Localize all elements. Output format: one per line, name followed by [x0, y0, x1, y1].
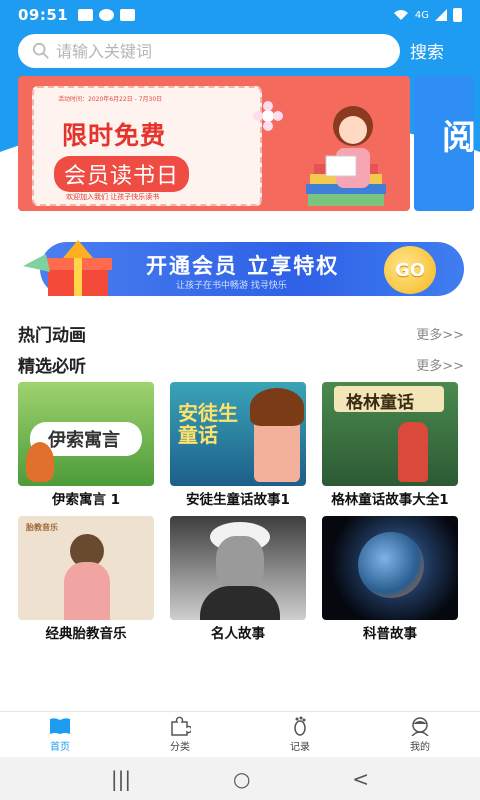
- app-screen: 09:51 4G 搜索 活动时间：2020年6月22日 - 7月30日 限时免费…: [0, 0, 480, 800]
- nav-label: 记录: [290, 742, 310, 753]
- book-icon: [50, 718, 70, 734]
- album-title: 安徒生童话故事1: [186, 492, 290, 508]
- nav-mine[interactable]: 我的: [360, 712, 480, 757]
- album-title: 格林童话故事大全1: [331, 492, 449, 508]
- user-icon: [411, 717, 429, 736]
- album-card[interactable]: 名人故事: [170, 516, 306, 642]
- album-cover: [322, 516, 458, 620]
- next-banner-text: 阅: [442, 118, 474, 158]
- status-time: 09:51: [18, 6, 69, 24]
- cover-text: 安徒生童话: [178, 401, 238, 447]
- back-button[interactable]: <: [352, 767, 369, 791]
- mail-icon: [120, 9, 136, 21]
- more-link[interactable]: 更多>>: [416, 324, 464, 343]
- go-button[interactable]: GO: [384, 246, 436, 294]
- album-cover: 伊索寓言: [18, 382, 154, 486]
- gift-icon: [23, 240, 112, 296]
- network-label: 4G: [414, 9, 429, 21]
- flower-icon: [253, 101, 283, 131]
- album-title: 伊索寓言 1: [51, 492, 121, 508]
- album-cover: [170, 516, 306, 620]
- banner-title-1: 限时免费: [62, 121, 167, 150]
- search-bar[interactable]: [18, 34, 400, 68]
- status-right: 4G: [393, 8, 462, 22]
- album-cover: 安徒生童话: [170, 382, 306, 486]
- promo-banner[interactable]: 活动时间：2020年6月22日 - 7月30日 限时免费 会员读书日 欢迎加入我…: [18, 76, 410, 211]
- wifi-icon: [393, 10, 408, 20]
- cover-text: 胎教音乐: [26, 523, 58, 532]
- section-title: 精选必听: [18, 356, 86, 377]
- vip-title: 开通会员 立享特权: [146, 254, 340, 278]
- bottom-nav: 首页 分类 记录 我的: [0, 711, 480, 757]
- next-banner[interactable]: 阅: [414, 76, 474, 211]
- nav-label: 我的: [410, 742, 430, 753]
- album-title: 名人故事: [211, 626, 265, 642]
- album-cover: 胎教音乐: [18, 516, 154, 620]
- system-nav-bar: ||| ○ <: [0, 757, 480, 800]
- album-card[interactable]: 格林童话 格林童话故事大全1: [322, 382, 458, 508]
- more-link[interactable]: 更多>>: [416, 355, 464, 374]
- album-card[interactable]: 伊索寓言 伊索寓言 1: [18, 382, 154, 508]
- nav-home[interactable]: 首页: [0, 712, 120, 757]
- section-featured-audio: 精选必听 更多>>: [18, 352, 464, 377]
- home-button[interactable]: ○: [233, 767, 250, 791]
- album-title: 经典胎教音乐: [45, 626, 127, 642]
- album-cover: 格林童话: [322, 382, 458, 486]
- nav-label: 首页: [50, 742, 70, 753]
- album-card[interactable]: 胎教音乐 经典胎教音乐: [18, 516, 154, 642]
- notification-icons: [78, 9, 136, 21]
- vip-banner[interactable]: 开通会员 立享特权 让孩子在书中畅游 找寻快乐 GO: [18, 236, 464, 302]
- nav-category[interactable]: 分类: [120, 712, 240, 757]
- puzzle-icon: [171, 716, 191, 736]
- battery-icon: [453, 8, 462, 22]
- banner-subtitle: 欢迎加入我们 让孩子快乐读书: [66, 193, 160, 201]
- section-title: 热门动画: [18, 325, 86, 346]
- album-title: 科普故事: [363, 626, 417, 642]
- search-input[interactable]: [56, 41, 376, 61]
- cover-text: 伊索寓言: [48, 430, 120, 451]
- section-hot-animation: 热门动画 更多>>: [18, 321, 464, 346]
- nav-records[interactable]: 记录: [240, 712, 360, 757]
- banner-title-2: 会员读书日: [54, 156, 190, 192]
- album-card[interactable]: 安徒生童话 安徒生童话故事1: [170, 382, 306, 508]
- search-button[interactable]: 搜索: [410, 38, 444, 63]
- search-icon: [32, 42, 49, 59]
- vip-subtitle: 让孩子在书中畅游 找寻快乐: [176, 281, 287, 291]
- status-bar: 09:51 4G: [0, 0, 480, 30]
- footprint-icon: [294, 716, 306, 736]
- chat-icon: [99, 9, 115, 21]
- cover-text: 格林童话: [346, 393, 414, 413]
- recents-button[interactable]: |||: [111, 767, 131, 791]
- nav-label: 分类: [170, 742, 190, 753]
- message-icon: [78, 9, 94, 21]
- girl-illustration: [325, 106, 373, 188]
- signal-icon: [435, 9, 447, 21]
- album-card[interactable]: 科普故事: [322, 516, 458, 642]
- banner-date: 活动时间：2020年6月22日 - 7月30日: [58, 96, 163, 103]
